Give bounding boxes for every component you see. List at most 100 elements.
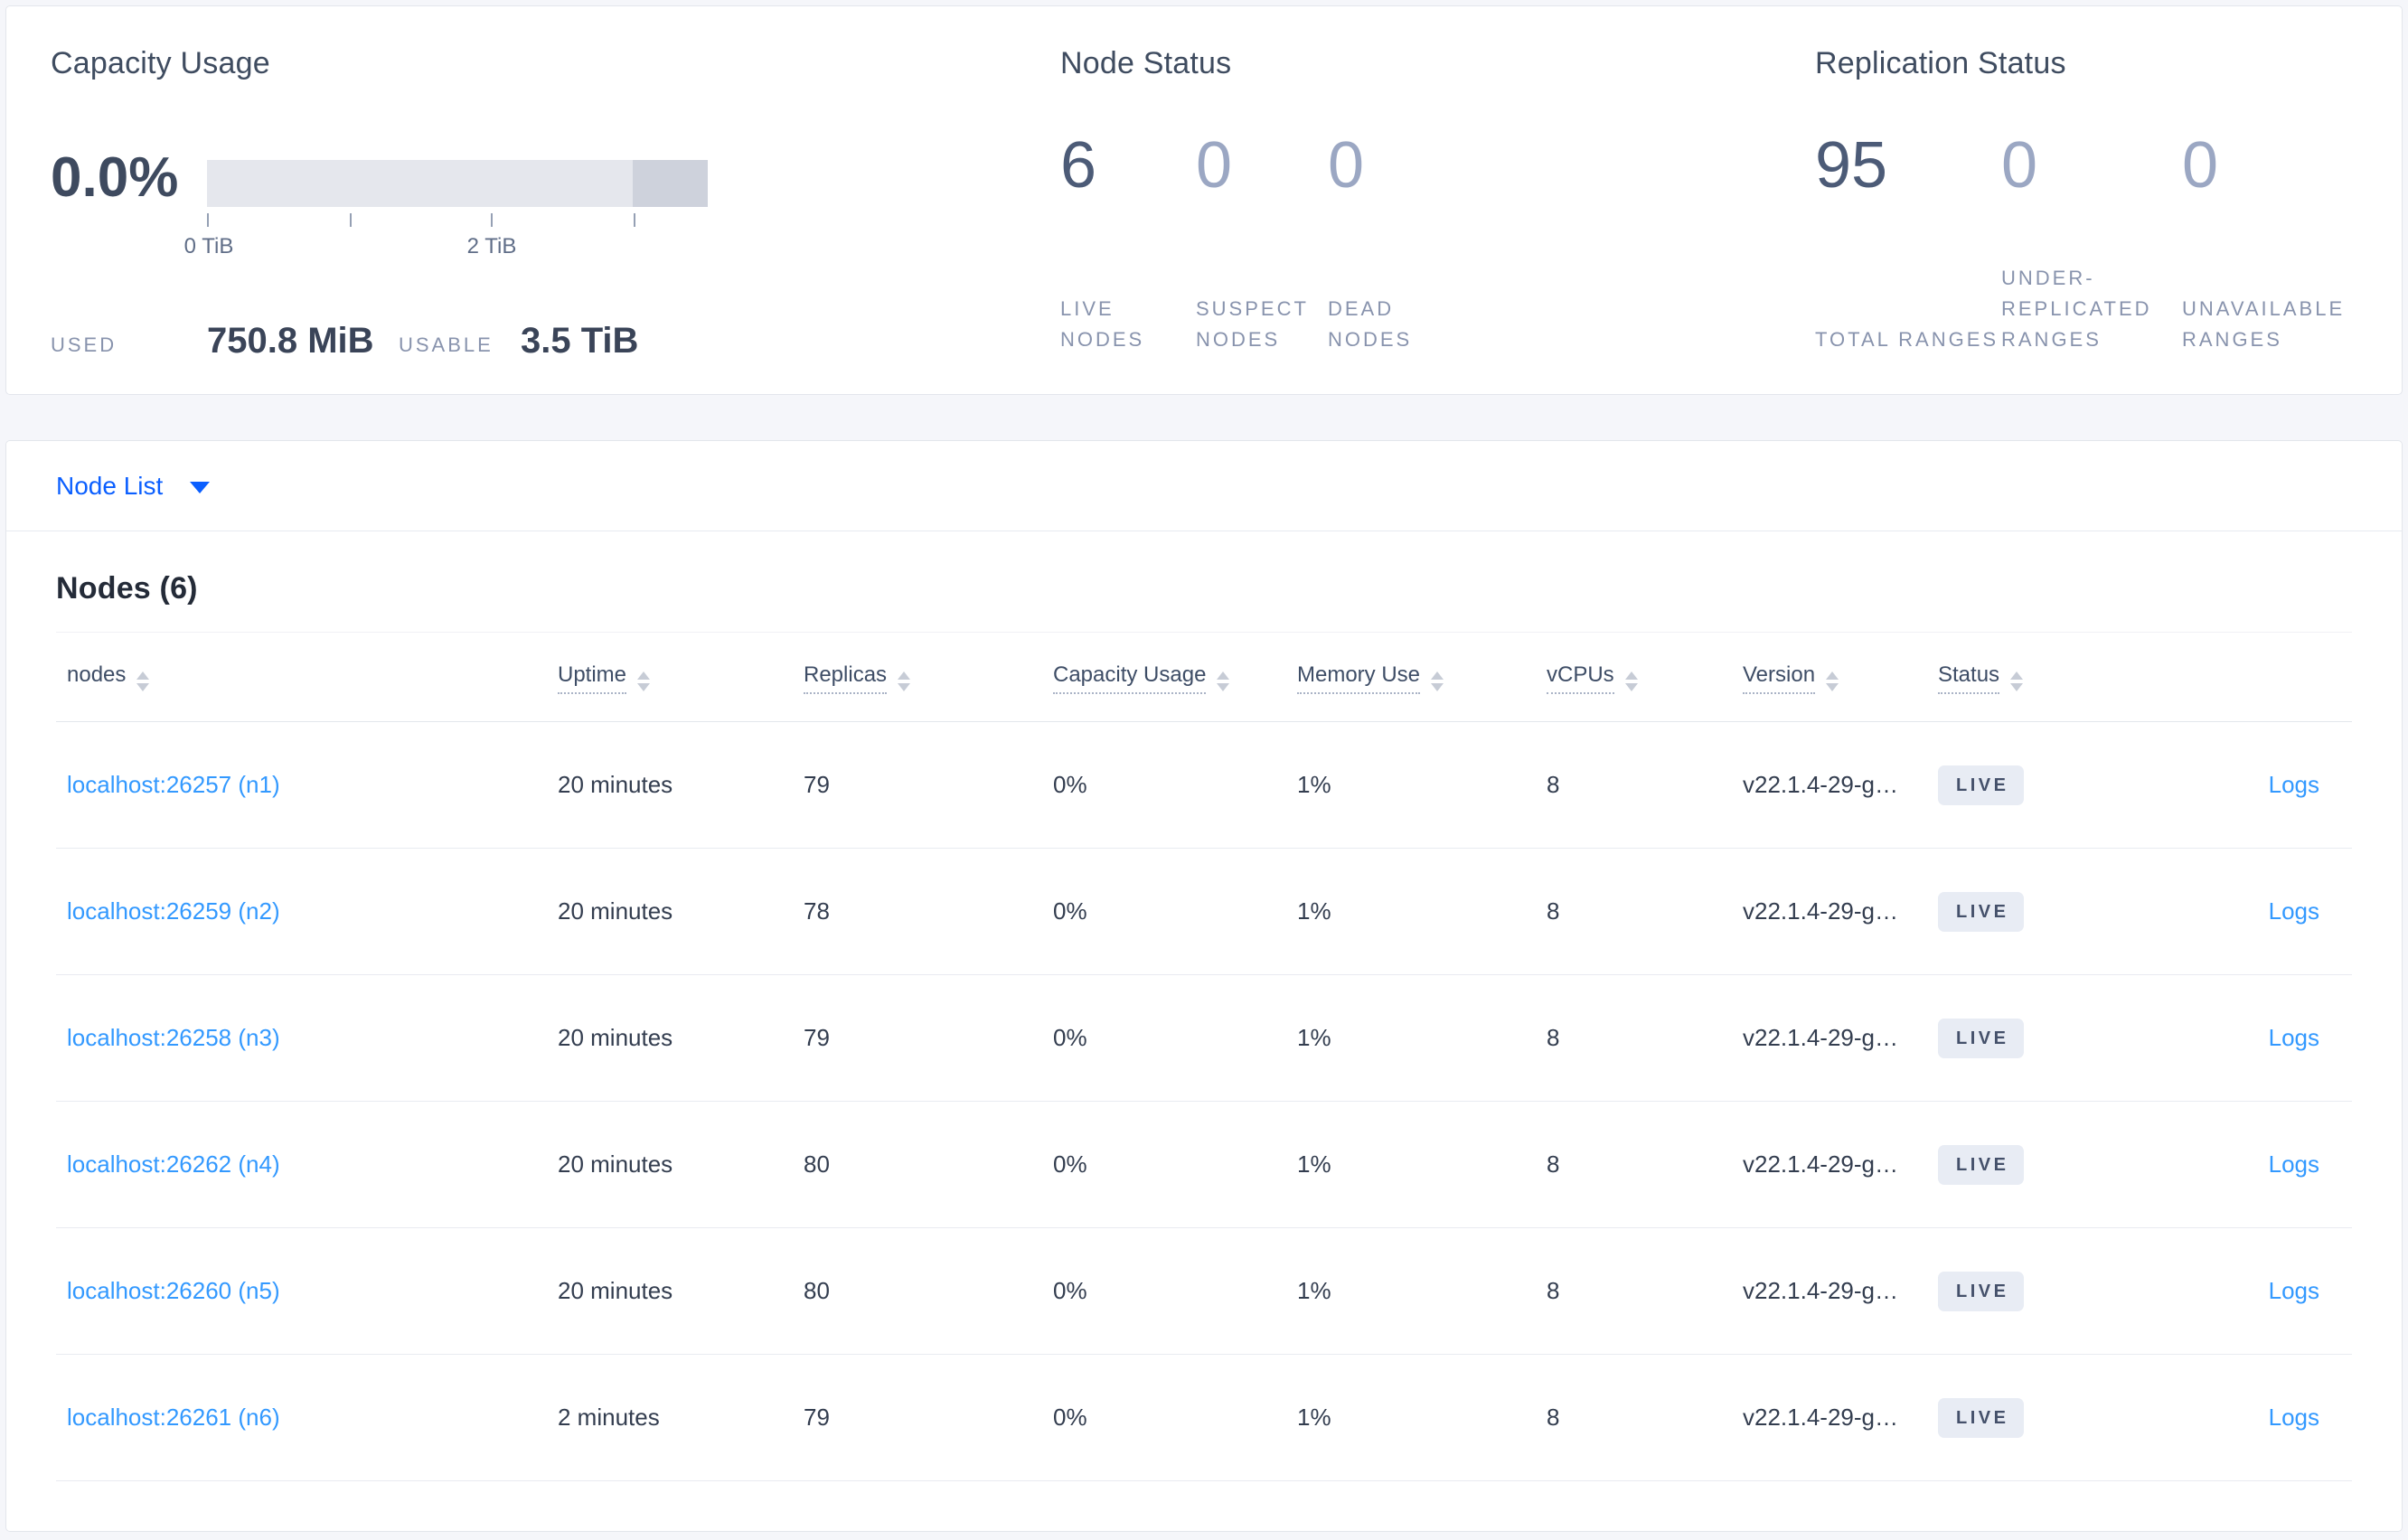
sort-icon[interactable] [1217,671,1230,691]
logs-link[interactable]: Logs [2269,771,2319,798]
logs-link[interactable]: Logs [2269,1024,2319,1051]
node-address-link[interactable]: localhost:26262 (n4) [67,1150,280,1178]
cell-version: v22.1.4-29-g… [1743,1404,1938,1432]
sort-down-arrow [2010,683,2024,691]
cell-replicas: 79 [804,1404,1053,1432]
cell-uptime: 20 minutes [558,771,804,799]
cell-value: v22.1.4-29-g… [1743,1277,1898,1304]
metric-value: 0 [2001,129,2038,202]
node-address-link[interactable]: localhost:26261 (n6) [67,1404,280,1431]
cell-value: 1% [1297,1404,1331,1431]
column-header-status[interactable]: Status [1938,662,2146,694]
cell-value: 8 [1547,897,1560,925]
usable-value: 3.5 TiB [521,321,639,361]
cell-uptime: 20 minutes [558,1277,804,1305]
sort-down-arrow [1826,683,1839,691]
metric-label: DEAD NODES [1328,296,1413,351]
sort-icon[interactable] [1624,671,1638,691]
cell-capacity: 0% [1053,897,1297,925]
cell-value: 2 minutes [558,1404,660,1431]
cell-value: 0% [1053,1277,1087,1304]
cell-value: v22.1.4-29-g… [1743,1404,1898,1431]
cell-value: 0% [1053,1404,1087,1431]
column-header-label: Version [1743,662,1816,694]
table-row: localhost:26262 (n4) 20 minutes 80 0% 1% 8 v22… [56,1102,2352,1228]
view-selector-dropdown[interactable]: Node List [6,441,2402,531]
status-badge: LIVE [1938,1144,2025,1185]
cell-memory: 1% [1297,1150,1547,1178]
metric-value: 6 [1060,129,1097,202]
cell-value: 20 minutes [558,1150,673,1178]
column-header-vcpus[interactable]: vCPUs [1547,662,1743,694]
logs-link[interactable]: Logs [2269,1150,2319,1178]
caret-down-icon [190,482,211,493]
column-header-capacity[interactable]: Capacity Usage [1053,662,1297,694]
cell-value: 8 [1547,771,1560,798]
sort-icon[interactable] [136,671,150,691]
column-header-address[interactable]: nodes [56,662,558,691]
column-header-label: Memory Use [1297,662,1421,694]
table-row: localhost:26258 (n3) 20 minutes 79 0% 1% 8 v22… [56,975,2352,1102]
tick-label-0tib: 0 TiB [183,234,234,258]
sort-icon[interactable] [2010,671,2024,691]
cell-status: LIVE [1938,891,2146,932]
table-row: localhost:26260 (n5) 20 minutes 80 0% 1% 8 v22… [56,1228,2352,1355]
node-status-metrics: 6 LIVE NODES 0 SUSPECT NODES 0 DEAD NODE… [1060,133,1463,359]
cell-logs: Logs [2146,1150,2352,1178]
cell-vcpus: 8 [1547,897,1743,925]
node-address-link[interactable]: localhost:26257 (n1) [67,771,280,798]
capacity-used-percent: 0.0% [51,146,179,209]
node-address-link[interactable]: localhost:26259 (n2) [67,897,280,925]
tick-mark [207,213,209,227]
metric-value: 95 [1815,129,1888,202]
status-badge: LIVE [1938,1271,2025,1311]
cell-value: 1% [1297,1150,1331,1178]
column-header-uptime[interactable]: Uptime [558,662,804,694]
metric-label: SUSPECT NODES [1196,296,1309,351]
node-address-link[interactable]: localhost:26260 (n5) [67,1277,280,1304]
cell-value: 0% [1053,771,1087,798]
cell-logs: Logs [2146,1404,2352,1432]
column-header-label: vCPUs [1547,662,1614,694]
sort-icon[interactable] [637,671,651,691]
metric-label: UNAVAILABLE RANGES [2182,296,2346,351]
node-status-title: Node Status [1060,46,1232,80]
cell-status: LIVE [1938,765,2146,805]
metric-label: TOTAL RANGES [1815,327,1999,351]
capacity-bar-ticks [207,213,708,228]
column-header-label: Status [1938,662,2000,694]
column-header-memory[interactable]: Memory Use [1297,662,1547,694]
sort-icon[interactable] [1431,671,1444,691]
table-row: localhost:26257 (n1) 20 minutes 79 0% 1% 8 v22… [56,722,2352,849]
logs-link[interactable]: Logs [2269,897,2319,925]
cell-value: 79 [804,771,830,798]
nodes-table-container: Nodes (6) nodes Uptime Replicas Capacity Us… [6,571,2402,1481]
sort-icon[interactable] [898,671,911,691]
sort-icon[interactable] [1826,671,1839,691]
cell-logs: Logs [2146,771,2352,799]
suspect-nodes-metric: 0 SUSPECT NODES [1196,133,1328,359]
cell-vcpus: 8 [1547,1150,1743,1178]
replication-status-metrics: 95 TOTAL RANGES 0 UNDER-REPLICATED RANGE… [1815,133,2372,359]
logs-link[interactable]: Logs [2269,1404,2319,1431]
logs-link[interactable]: Logs [2269,1277,2319,1304]
cell-value: 1% [1297,1277,1331,1304]
sort-up-arrow [1431,671,1444,680]
node-address-link[interactable]: localhost:26258 (n3) [67,1024,280,1051]
cell-replicas: 80 [804,1150,1053,1178]
replication-status-title: Replication Status [1815,46,2066,80]
cell-value: 1% [1297,897,1331,925]
metric-label: LIVE NODES [1060,296,1145,351]
cell-address: localhost:26258 (n3) [56,1024,558,1052]
cell-memory: 1% [1297,771,1547,799]
metric-value: 0 [1328,129,1365,202]
column-header-replicas[interactable]: Replicas [804,662,1053,694]
cell-uptime: 20 minutes [558,897,804,925]
status-badge: LIVE [1938,891,2025,932]
column-header-label: Replicas [804,662,888,694]
cell-uptime: 20 minutes [558,1150,804,1178]
cell-memory: 1% [1297,897,1547,925]
column-header-version[interactable]: Version [1743,662,1938,694]
metric-value: 0 [2182,129,2219,202]
tick-mark [634,213,635,227]
